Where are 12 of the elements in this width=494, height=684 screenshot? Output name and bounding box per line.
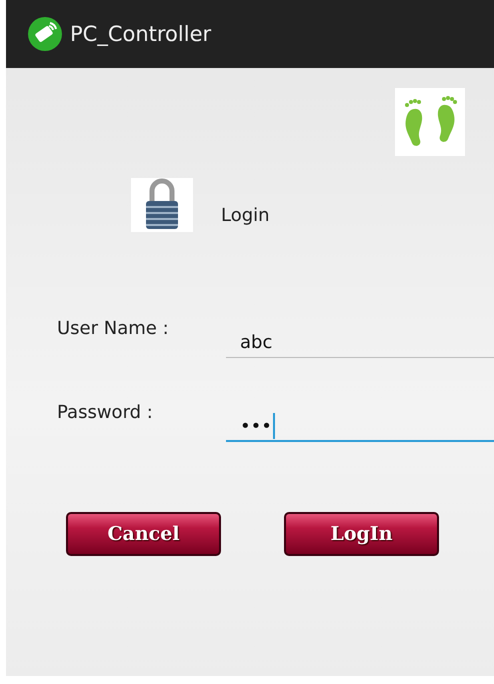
text-cursor — [272, 413, 275, 439]
login-button[interactable]: LogIn — [284, 512, 439, 556]
app-title: PC_Controller — [70, 22, 212, 46]
field-label: User Name : — [56, 318, 170, 339]
input-field[interactable]: ••• — [226, 412, 494, 442]
login-heading: Login — [221, 204, 270, 226]
cancel-button[interactable]: Cancel — [66, 512, 221, 556]
footprints-icon — [395, 88, 465, 156]
padlock-icon — [131, 178, 193, 232]
field-label: Password : — [56, 402, 154, 423]
phone-signal-icon — [28, 17, 62, 51]
input-field[interactable]: abc — [226, 328, 494, 358]
